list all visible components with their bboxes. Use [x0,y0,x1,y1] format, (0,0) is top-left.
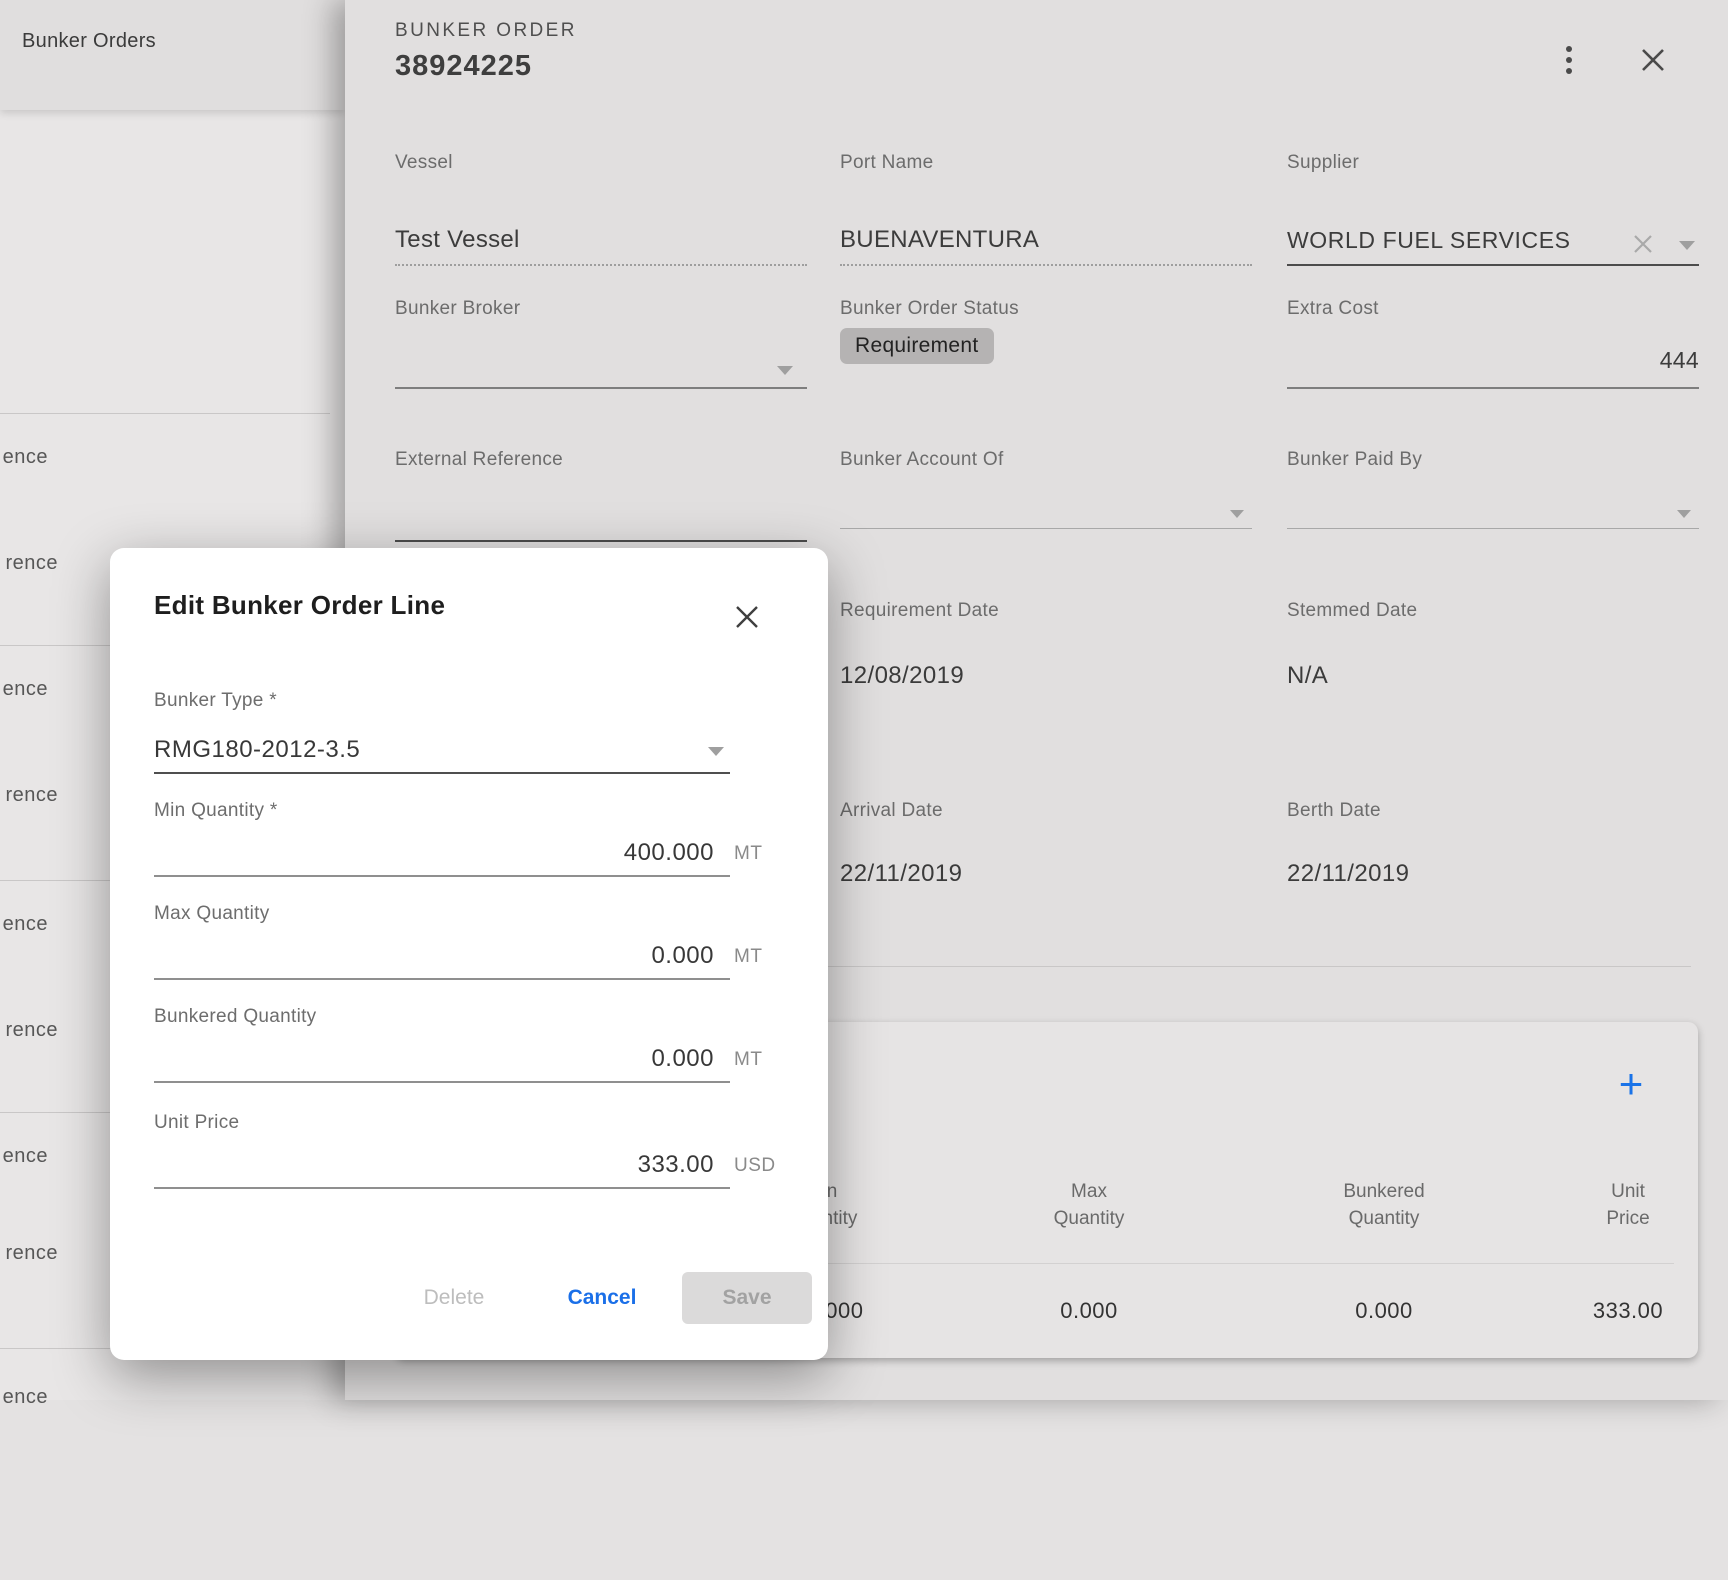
requirement-date-field: Requirement Date 12/08/2019 [840,600,1252,700]
stemmed-date-label: Stemmed Date [1287,600,1417,622]
arrival-date-field: Arrival Date 22/11/2019 [840,800,1252,900]
bunker-account-of-field[interactable]: Bunker Account Of [840,449,1252,529]
cell-max-quantity[interactable]: 0.000 [979,1298,1199,1324]
bunker-order-status-label: Bunker Order Status [840,298,1019,320]
bunker-paid-by-field[interactable]: Bunker Paid By [1287,449,1699,529]
column-header: Quantity [1274,1208,1494,1230]
cell-unit-price[interactable]: 333.00 [1518,1298,1728,1324]
edit-bunker-order-line-modal: Edit Bunker Order Line Bunker Type * RMG… [110,548,828,1360]
chevron-down-icon[interactable] [777,366,793,375]
order-id: 38924225 [395,50,532,83]
list-item-label: rence [0,552,58,575]
save-button[interactable]: Save [682,1272,812,1324]
list-item-label: ence [0,913,48,936]
list-item-label: ence [0,1386,48,1409]
bunker-orders-header: Bunker Orders [0,0,345,110]
bunker-type-label: Bunker Type * [154,690,277,712]
cell-bunkered-quantity[interactable]: 0.000 [1274,1298,1494,1324]
port-name-value: BUENAVENTURA [840,226,1039,254]
list-item-label: ence [0,446,48,469]
stemmed-date-field: Stemmed Date N/A [1287,600,1699,700]
unit-price-label: Unit Price [154,1112,239,1134]
chevron-down-icon[interactable] [1230,510,1244,518]
modal-title: Edit Bunker Order Line [154,590,445,621]
list-item-label: ence [0,1145,48,1168]
column-header: Quantity [979,1208,1199,1230]
column-header: Price [1518,1208,1728,1230]
extra-cost-label: Extra Cost [1287,298,1379,320]
extra-cost-field[interactable]: Extra Cost 444 [1287,298,1699,389]
max-quantity-label: Max Quantity [154,903,270,925]
list-item-label: ence [0,678,48,701]
external-reference-label: External Reference [395,449,563,471]
min-quantity-value: 400.000 [624,839,714,867]
list-item-label: rence [0,1242,58,1265]
list-item-label: rence [0,784,58,807]
bunker-broker-field[interactable]: Bunker Broker [395,298,807,389]
arrival-date-value: 22/11/2019 [840,860,962,888]
column-header: Bunkered [1274,1181,1494,1203]
kebab-menu-icon[interactable] [1551,40,1587,80]
cancel-button[interactable]: Cancel [542,1270,662,1326]
max-quantity-value: 0.000 [651,942,714,970]
panel-title: BUNKER ORDER [395,20,577,42]
supplier-label: Supplier [1287,152,1359,174]
vessel-field: Vessel Test Vessel [395,152,807,266]
unit-price-value: 333.00 [638,1151,714,1179]
bunker-order-status-field: Bunker Order Status Requirement [840,298,1252,389]
modal-close-icon[interactable] [730,600,764,634]
bunker-type-value: RMG180-2012-3.5 [154,736,360,764]
vessel-value: Test Vessel [395,226,520,254]
berth-date-value: 22/11/2019 [1287,860,1409,888]
berth-date-label: Berth Date [1287,800,1381,822]
unit-price-unit: USD [734,1155,788,1177]
unit-price-field[interactable]: Unit Price 333.00 USD [154,1112,730,1189]
chevron-down-icon[interactable] [1677,510,1691,518]
arrival-date-label: Arrival Date [840,800,943,822]
bunker-account-of-label: Bunker Account Of [840,449,1004,471]
column-header: Unit [1518,1181,1728,1203]
requirement-date-value: 12/08/2019 [840,662,964,690]
extra-cost-value: 444 [1660,347,1699,374]
list-item[interactable]: ence [0,1348,330,1580]
max-quantity-unit: MT [734,946,788,968]
port-name-field: Port Name BUENAVENTURA [840,152,1252,266]
bunkered-quantity-value: 0.000 [651,1045,714,1073]
page-title: Bunker Orders [22,30,156,53]
port-name-label: Port Name [840,152,934,174]
bunkered-quantity-field[interactable]: Bunkered Quantity 0.000 MT [154,1006,730,1083]
berth-date-field: Berth Date 22/11/2019 [1287,800,1699,900]
status-badge: Requirement [840,328,994,364]
max-quantity-field[interactable]: Max Quantity 0.000 MT [154,903,730,980]
delete-button[interactable]: Delete [398,1270,510,1326]
external-reference-field[interactable]: External Reference [395,449,807,542]
close-icon[interactable] [1635,42,1671,78]
min-quantity-unit: MT [734,843,788,865]
min-quantity-label: Min Quantity * [154,800,278,822]
min-quantity-field[interactable]: Min Quantity * 400.000 MT [154,800,730,877]
supplier-value: WORLD FUEL SERVICES [1287,227,1571,254]
bunker-type-field[interactable]: Bunker Type * RMG180-2012-3.5 [154,690,730,774]
add-line-button[interactable]: + [1607,1060,1655,1108]
bunker-broker-label: Bunker Broker [395,298,520,320]
list-item-label: rence [0,1019,58,1042]
bunkered-quantity-label: Bunkered Quantity [154,1006,316,1028]
bunkered-quantity-unit: MT [734,1049,788,1071]
vessel-label: Vessel [395,152,453,174]
chevron-down-icon[interactable] [1679,241,1695,250]
requirement-date-label: Requirement Date [840,600,999,622]
supplier-field[interactable]: Supplier WORLD FUEL SERVICES [1287,152,1699,266]
clear-icon[interactable] [1631,232,1655,256]
column-header: Max [979,1181,1199,1203]
chevron-down-icon[interactable] [708,747,724,756]
bunker-paid-by-label: Bunker Paid By [1287,449,1422,471]
stemmed-date-value: N/A [1287,662,1328,690]
